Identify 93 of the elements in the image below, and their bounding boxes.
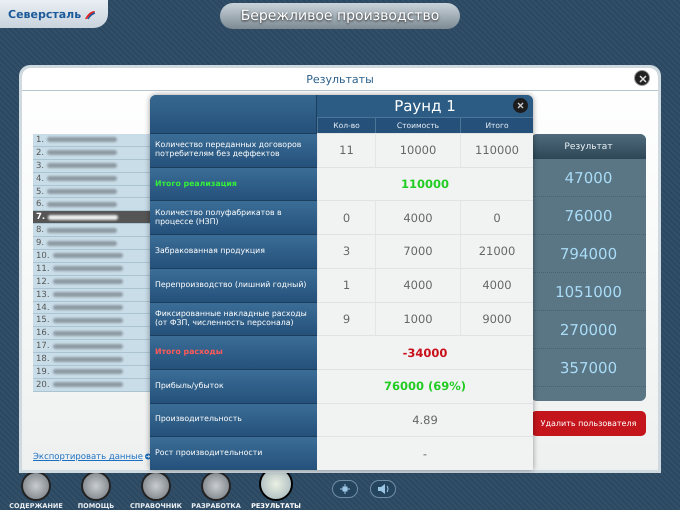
logo-swoosh-icon: [83, 8, 96, 20]
player-item[interactable]: 9.: [33, 237, 151, 250]
player-number: 5.: [36, 186, 44, 196]
player-item[interactable]: 20.: [33, 378, 151, 392]
table-cell: 4000: [460, 268, 533, 302]
blurred-name: [52, 305, 123, 310]
player-number: 6.: [36, 199, 44, 210]
player-number: 4.: [36, 174, 44, 184]
table-cell: -34000: [317, 335, 533, 369]
blurred-name: [47, 176, 118, 182]
player-number: 13.: [36, 290, 50, 300]
table-cell: 9: [317, 302, 375, 336]
blurred-name: [47, 137, 118, 142]
round-title: Раунд 1: [394, 97, 456, 115]
table-cell: 4000: [375, 200, 460, 234]
player-number: 14.: [36, 302, 50, 313]
player-number: 15.: [36, 315, 50, 326]
player-item[interactable]: 5.: [33, 186, 151, 198]
player-item[interactable]: 2.: [33, 146, 151, 160]
blurred-name: [47, 189, 118, 194]
table-cell: 21000: [460, 234, 533, 268]
player-number: 17.: [36, 341, 50, 352]
player-number: 1.: [36, 134, 44, 145]
results-header: Результат: [531, 134, 646, 159]
player-number: 11.: [36, 264, 50, 274]
export-link[interactable]: Экспортировать данные: [33, 452, 143, 462]
player-number: 18.: [36, 354, 50, 364]
blurred-name: [52, 330, 123, 336]
table-cell: 0: [317, 200, 375, 234]
table-cell: 76000 (69%): [317, 368, 533, 403]
table-cell: 3: [317, 234, 375, 268]
player-number: 3.: [36, 160, 44, 171]
player-item[interactable]: 7.: [33, 211, 151, 224]
player-number: 20.: [36, 380, 50, 390]
player-number: 19.: [36, 366, 50, 377]
player-item[interactable]: 19.: [33, 366, 151, 379]
player-item[interactable]: 1.: [33, 134, 151, 147]
close-button[interactable]: [634, 70, 650, 86]
table-cell: 110000: [317, 166, 533, 200]
blurred-name: [47, 240, 118, 246]
player-item[interactable]: 4.: [33, 172, 151, 186]
table-cell: -: [317, 436, 533, 470]
player-item[interactable]: 14.: [33, 302, 151, 314]
table-cell: 4.89: [317, 402, 533, 436]
close-button[interactable]: [513, 98, 528, 113]
player-item[interactable]: 8.: [33, 224, 151, 238]
player-item[interactable]: 15.: [33, 314, 151, 328]
blurred-name: [52, 356, 123, 362]
crosshair-icon: [338, 483, 352, 495]
table-cell: 1: [317, 268, 375, 302]
player-item[interactable]: 11.: [33, 262, 151, 276]
blurred-name: [52, 279, 123, 284]
player-item[interactable]: 16.: [33, 327, 151, 340]
player-item[interactable]: 13.: [33, 288, 151, 302]
blurred-name: [52, 266, 123, 272]
player-number: 16.: [36, 328, 50, 338]
table-cell: 10000: [375, 133, 460, 167]
blurred-name: [52, 253, 123, 258]
player-number: 10.: [36, 250, 50, 261]
speaker-icon: [376, 483, 390, 495]
player-number: 2.: [36, 148, 44, 158]
blurred-name: [52, 292, 123, 298]
table-cell: 7000: [375, 234, 460, 268]
table-cell: 9000: [460, 302, 533, 336]
player-number: 7.: [36, 212, 46, 222]
table-cell: 1000: [375, 302, 460, 336]
blurred-name: [52, 382, 123, 388]
app-title: Бережливое производство: [220, 3, 460, 29]
delete-user-button[interactable]: Удалить пользователя: [531, 411, 646, 436]
player-item[interactable]: 17.: [33, 340, 151, 354]
logo-text: Северсталь: [8, 8, 82, 20]
blurred-name: [52, 344, 123, 349]
blurred-name: [48, 214, 118, 220]
window-title: Результаты: [306, 72, 374, 86]
table-cell: 110000: [460, 133, 533, 167]
blurred-name: [52, 369, 123, 374]
blurred-name: [47, 202, 118, 207]
player-item[interactable]: 10.: [33, 250, 151, 263]
player-item[interactable]: 12.: [33, 276, 151, 289]
player-number: 9.: [36, 238, 44, 248]
blurred-name: [47, 228, 118, 233]
table-cell: 11: [317, 133, 375, 167]
player-item[interactable]: 3.: [33, 160, 151, 173]
table-cell: 0: [460, 200, 533, 234]
player-number: 12.: [36, 276, 50, 287]
sound-button[interactable]: [370, 480, 396, 498]
blurred-name: [52, 318, 123, 323]
player-number: 8.: [36, 225, 44, 236]
layout-button[interactable]: [332, 480, 358, 498]
blurred-name: [47, 163, 118, 168]
player-item[interactable]: 18.: [33, 353, 151, 366]
blurred-name: [47, 150, 118, 156]
table-cell: 4000: [375, 268, 460, 302]
